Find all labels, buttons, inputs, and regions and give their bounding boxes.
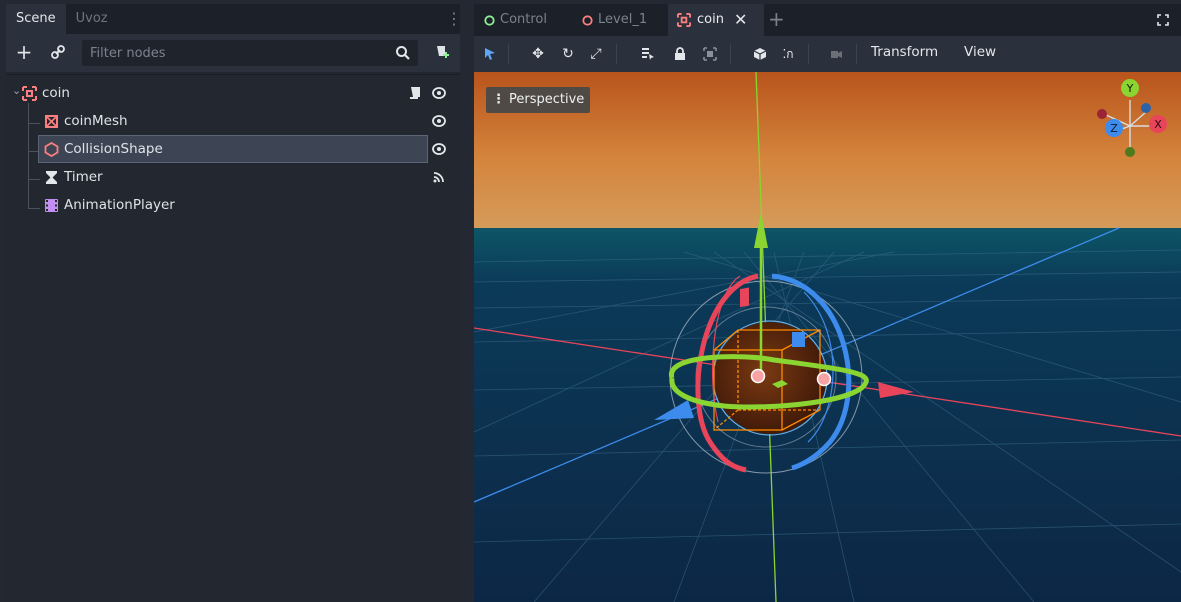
distraction-free-icon[interactable] (1157, 14, 1169, 26)
toolbar-separator (508, 44, 509, 64)
tree-label-timer: Timer (64, 169, 103, 185)
perspective-menu[interactable]: ⋮ Perspective (486, 87, 591, 113)
snap-icon[interactable]: ⁚ก (778, 44, 798, 64)
transform-menu[interactable]: Transform (871, 44, 938, 60)
scene-tabs: Control Level_1 coin ✕ + (474, 4, 1181, 36)
axis-label-z: Z (1110, 122, 1118, 135)
toolbar-separator (616, 44, 617, 64)
attach-script-button[interactable] (430, 40, 454, 64)
timer-icon (46, 171, 57, 184)
scene-tab-coin[interactable]: coin ✕ (668, 4, 764, 36)
ground-plane (474, 228, 1181, 602)
collision-shape-icon (44, 142, 59, 157)
lock-icon[interactable] (670, 44, 690, 64)
signal-connections-icon[interactable] (432, 171, 446, 183)
instance-scene-button[interactable] (46, 40, 70, 64)
toolbar-separator (730, 44, 731, 64)
script-add-icon (437, 46, 449, 58)
scale-handle (816, 371, 832, 387)
coin-mesh (714, 322, 826, 434)
axis-label-y: Y (1126, 82, 1134, 95)
scene-tab-label: Control (500, 12, 547, 27)
viewport-scene: Y X Z (474, 72, 1181, 602)
mesh-instance-icon (45, 115, 58, 128)
scene-tab-level-1[interactable]: Level_1 (572, 4, 666, 36)
link-icon (51, 45, 65, 59)
select-mode-icon[interactable] (480, 44, 500, 64)
godot-editor: Scene Uvoz ⋮ + Filter nodes ⌄ coin coinM… (0, 0, 1181, 602)
visibility-eye-icon[interactable] (432, 143, 446, 155)
origin-handle (750, 368, 766, 384)
dock-menu-icon[interactable]: ⋮ (446, 4, 462, 34)
script-icon[interactable] (410, 86, 422, 100)
toolbar-separator (808, 44, 809, 64)
rotate-mode-icon[interactable]: ↻ (558, 44, 578, 64)
main-editor-area: Control Level_1 coin ✕ + ✥ ↻ ⤢ ⁚ก Transf… (474, 4, 1181, 602)
filter-nodes-field[interactable] (82, 40, 418, 66)
add-node-button[interactable]: + (12, 40, 36, 64)
plane-handle-red (740, 287, 749, 308)
circle-icon (582, 15, 593, 26)
close-tab-icon[interactable]: ✕ (734, 4, 747, 36)
toolbar-separator (856, 44, 857, 64)
animation-player-icon (45, 199, 58, 212)
collapse-arrow-icon[interactable]: ⌄ (12, 84, 21, 97)
tree-label-coin: coin (42, 85, 70, 101)
tree-label-collisionshape: CollisionShape (64, 141, 163, 157)
scene-tree: ⌄ coin coinMesh CollisionShape Timer Ani… (6, 74, 460, 602)
group-icon[interactable] (700, 44, 720, 64)
visibility-eye-icon[interactable] (432, 115, 446, 127)
local-space-icon[interactable] (750, 44, 770, 64)
search-icon[interactable] (394, 44, 412, 62)
node3d-icon (22, 86, 37, 101)
tab-scene[interactable]: Scene (6, 4, 66, 34)
kebab-menu-icon: ⋮ (492, 92, 505, 107)
scene-tab-label: coin (697, 12, 724, 27)
visibility-eye-icon[interactable] (432, 87, 446, 99)
scene-toolbar: + (6, 34, 460, 72)
3d-viewport[interactable]: Y X Z ⋮ Perspective (474, 72, 1181, 602)
tree-label-animationplayer: AnimationPlayer (64, 197, 175, 213)
move-mode-icon[interactable]: ✥ (528, 44, 548, 64)
tree-label-coinmesh: coinMesh (64, 113, 128, 129)
scene-tab-control[interactable]: Control (474, 4, 570, 36)
tab-import[interactable]: Uvoz (66, 4, 118, 34)
tree-row-coin[interactable]: ⌄ coin (6, 79, 460, 107)
axis-label-x: X (1154, 118, 1162, 131)
tree-row-collisionshape[interactable]: CollisionShape (6, 135, 460, 163)
view-menu[interactable]: View (964, 44, 996, 60)
dock-tabs: Scene Uvoz ⋮ (6, 4, 462, 34)
scene-tab-label: Level_1 (598, 12, 648, 27)
scene-dock: Scene Uvoz ⋮ + Filter nodes ⌄ coin coinM… (6, 4, 462, 602)
filter-nodes-input[interactable] (82, 40, 382, 66)
scale-mode-icon[interactable]: ⤢ (586, 44, 606, 64)
tree-row-timer[interactable]: Timer (6, 163, 460, 191)
tree-row-animationplayer[interactable]: AnimationPlayer (6, 191, 460, 219)
new-scene-tab-button[interactable]: + (768, 4, 785, 34)
viewport-toolbar: ✥ ↻ ⤢ ⁚ก Transform View (474, 36, 1181, 72)
circle-icon (484, 15, 495, 26)
list-select-icon[interactable] (638, 44, 658, 64)
tree-row-coinmesh[interactable]: coinMesh (6, 107, 460, 135)
perspective-label: Perspective (509, 92, 585, 107)
plane-handle-blue (792, 332, 805, 347)
camera-preview-icon[interactable] (826, 44, 846, 64)
node3d-icon (677, 13, 691, 27)
